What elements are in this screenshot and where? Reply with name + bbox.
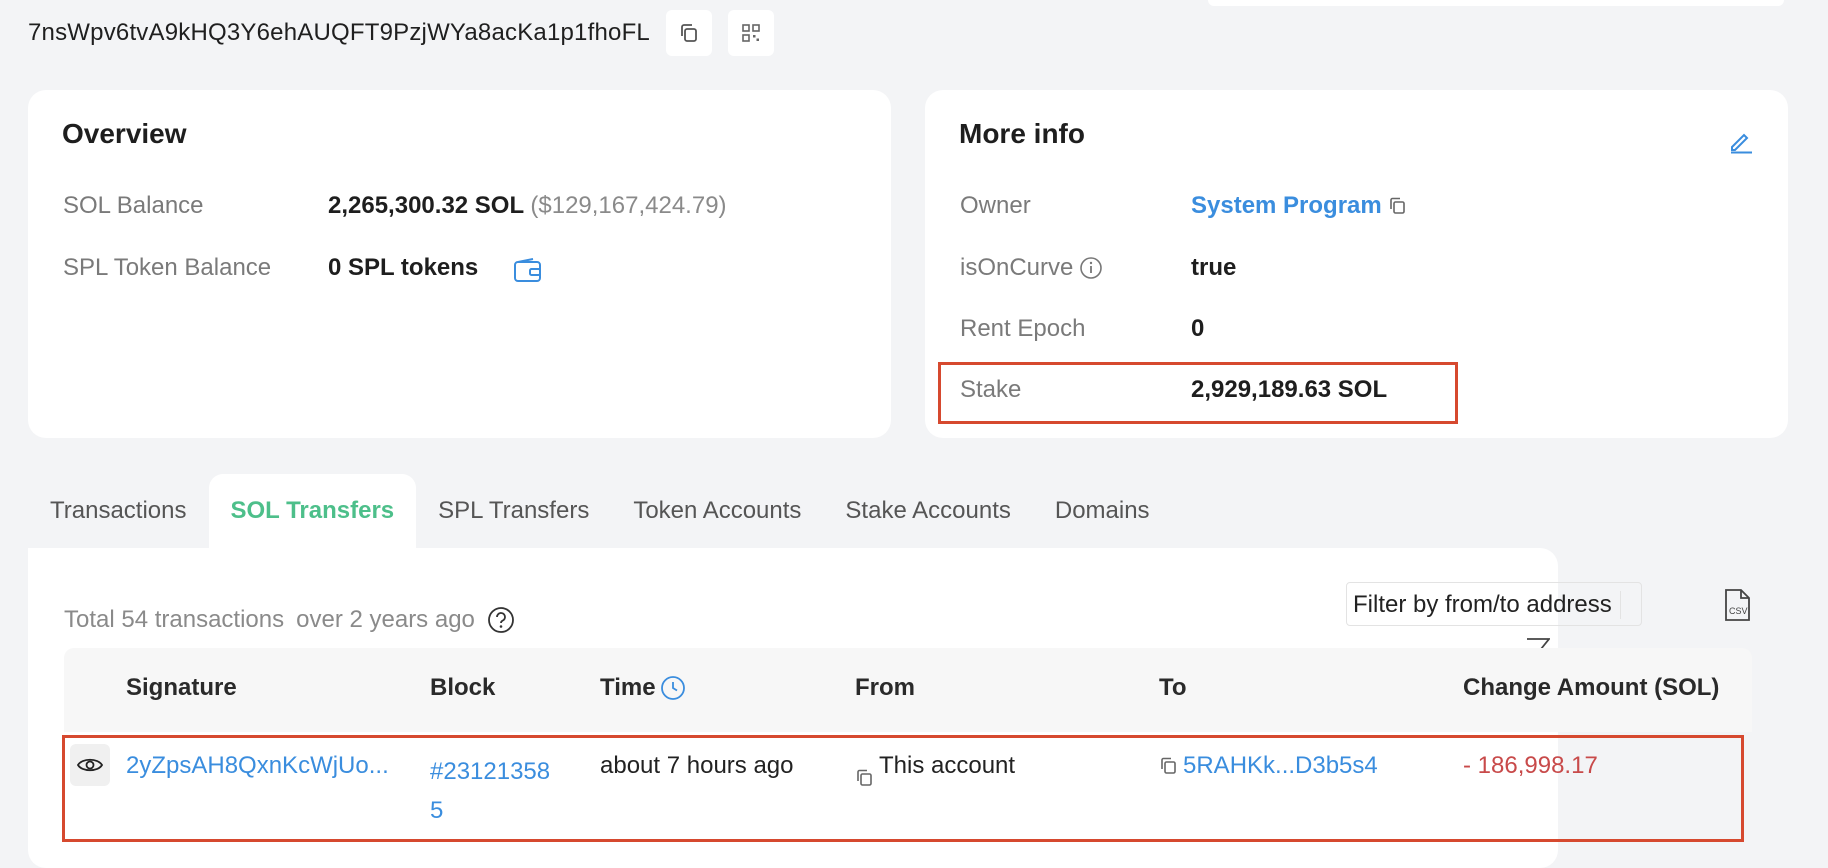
copy-icon[interactable]	[1388, 196, 1408, 216]
csv-export-icon[interactable]: CSV	[1722, 588, 1752, 622]
header-change-amount: Change Amount (SOL)	[1463, 674, 1720, 701]
tab-sol-transfers[interactable]: SOL Transfers	[208, 474, 417, 548]
age-text: over 2 years ago	[296, 606, 475, 633]
header-time-label: Time	[600, 674, 656, 701]
is-on-curve-label: isOnCurve	[960, 254, 1103, 282]
tab-domains[interactable]: Domains	[1033, 474, 1172, 548]
info-icon[interactable]	[1079, 256, 1103, 280]
edit-icon[interactable]	[1728, 128, 1754, 154]
overview-title: Overview	[62, 118, 187, 149]
total-transactions: Total 54 transactions over 2 years ago	[64, 606, 515, 634]
total-count-text: Total 54 transactions	[64, 606, 285, 633]
rent-epoch-label: Rent Epoch	[960, 315, 1086, 342]
svg-text:CSV: CSV	[1729, 606, 1748, 616]
owner-label: Owner	[960, 192, 1031, 219]
spl-token-balance-value: 0 SPL tokens	[328, 254, 479, 281]
spl-token-balance-label: SPL Token Balance	[63, 254, 272, 281]
sol-balance-amount: 2,265,300.32 SOL	[328, 192, 524, 219]
is-on-curve-value: true	[1191, 254, 1237, 281]
wallet-icon[interactable]	[513, 258, 543, 284]
tab-transactions[interactable]: Transactions	[28, 474, 209, 548]
more-info-title: More info	[959, 118, 1085, 149]
clock-icon[interactable]	[660, 675, 686, 701]
overview-card: Overview SOL Balance 2,265,300.32 SOL ($…	[28, 90, 891, 438]
filter-address-input[interactable]: Filter by from/to address	[1346, 582, 1642, 626]
copy-address-button[interactable]	[665, 10, 712, 56]
top-right-card	[1208, 0, 1784, 6]
sol-balance-label: SOL Balance	[63, 192, 204, 219]
sol-balance-value: 2,265,300.32 SOL ($129,167,424.79)	[328, 192, 727, 220]
qr-code-icon	[742, 24, 760, 42]
table-header: Signature Block Time From To Change Amou…	[64, 648, 1752, 732]
header-from: From	[855, 674, 915, 701]
header-signature: Signature	[126, 674, 237, 701]
header-time[interactable]: Time	[600, 674, 686, 702]
is-on-curve-text: isOnCurve	[960, 254, 1074, 281]
account-address: 7nsWpv6tvA9kHQ3Y6ehAUQFT9PzjWYa8acKa1p1f…	[28, 19, 650, 46]
tab-spl-transfers[interactable]: SPL Transfers	[416, 474, 611, 548]
header-block: Block	[430, 674, 496, 701]
help-icon[interactable]	[487, 606, 515, 634]
address-row: 7nsWpv6tvA9kHQ3Y6ehAUQFT9PzjWYa8acKa1p1f…	[28, 10, 774, 56]
tab-bar: Transactions SOL Transfers SPL Transfers…	[28, 474, 1172, 548]
filter-divider	[1620, 591, 1621, 619]
tab-stake-accounts[interactable]: Stake Accounts	[823, 474, 1032, 548]
row-highlight-box	[62, 735, 1744, 842]
sol-balance-usd: ($129,167,424.79)	[530, 192, 727, 219]
header-to: To	[1159, 674, 1187, 701]
stake-highlight-box	[938, 362, 1458, 424]
tab-token-accounts[interactable]: Token Accounts	[611, 474, 823, 548]
rent-epoch-value: 0	[1191, 315, 1205, 342]
owner-link[interactable]: System Program	[1191, 192, 1382, 220]
copy-icon	[681, 24, 697, 42]
filter-placeholder: Filter by from/to address	[1353, 591, 1612, 618]
owner-value: System Program	[1191, 192, 1408, 220]
qr-code-button[interactable]	[727, 10, 774, 56]
